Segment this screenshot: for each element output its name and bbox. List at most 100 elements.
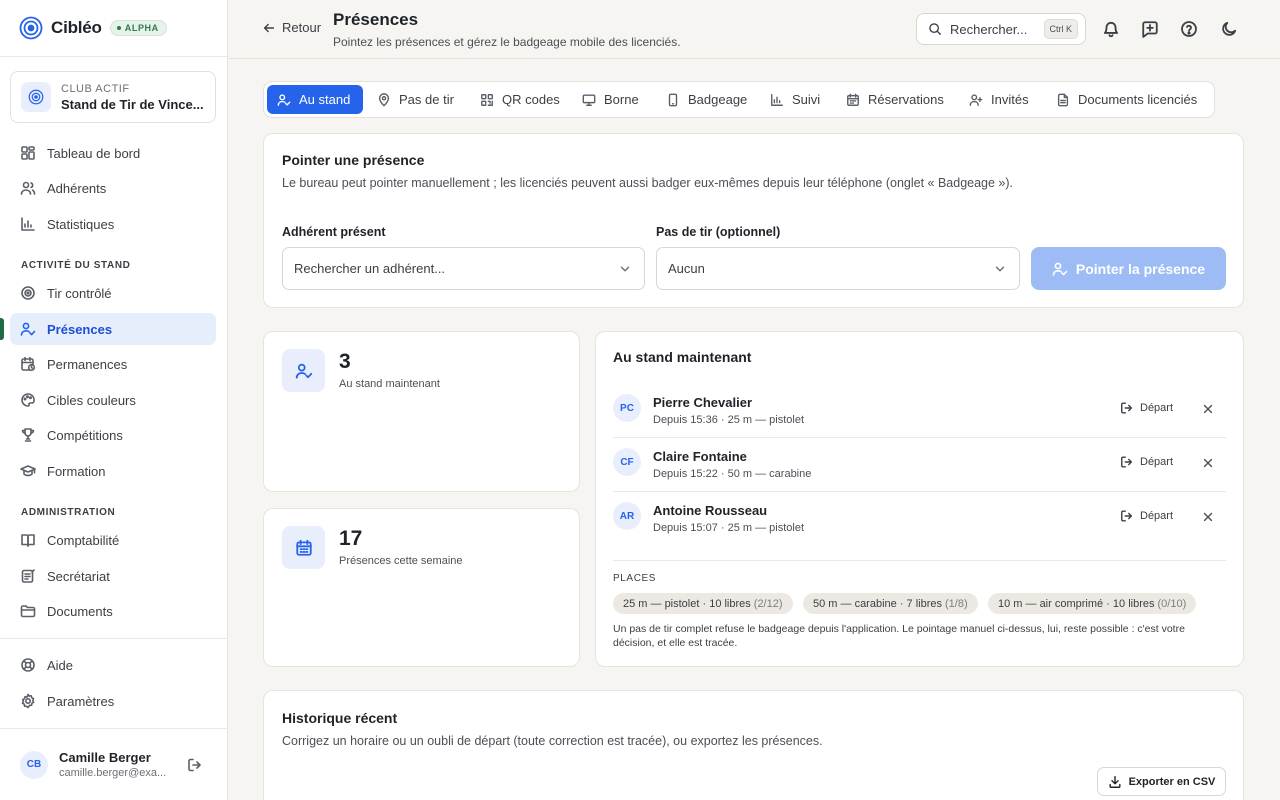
sidebar-item-label: Comptabilité bbox=[47, 532, 120, 548]
check-in-title: Pointer une présence bbox=[282, 152, 425, 168]
list-item: PC Pierre Chevalier Depuis 15:36 · 25 m … bbox=[613, 384, 1226, 438]
export-csv-button[interactable]: Exporter en CSV bbox=[1097, 767, 1226, 796]
logout-icon bbox=[1121, 456, 1133, 468]
sidebar-item-settings[interactable]: Paramètres bbox=[10, 685, 216, 717]
sidebar-item-controlled-shooting[interactable]: Tir contrôlé bbox=[10, 277, 216, 309]
tab-kiosk[interactable]: Borne bbox=[572, 85, 649, 114]
sidebar-item-accounting[interactable]: Comptabilité bbox=[10, 524, 216, 556]
sidebar-item-documents[interactable]: Documents bbox=[10, 595, 216, 627]
tab-at-stand[interactable]: Au stand bbox=[267, 85, 363, 114]
alpha-badge: ALPHA bbox=[109, 20, 167, 36]
member-placeholder: Rechercher un adhérent... bbox=[294, 261, 446, 276]
depart-button[interactable]: Départ bbox=[1120, 401, 1173, 415]
arrow-left-icon bbox=[263, 23, 275, 32]
sidebar-item-label: Tableau de bord bbox=[47, 145, 141, 161]
sidebar-item-label: Statistiques bbox=[47, 216, 115, 232]
member-meta: Depuis 15:36 · 25 m — pistolet bbox=[653, 414, 805, 426]
tab-qr-codes[interactable]: QR codes bbox=[470, 85, 570, 114]
sidebar: Cibléo ALPHA CLUB ACTIF Stand de Tir de … bbox=[0, 0, 228, 800]
tab-label: Pas de tir bbox=[399, 92, 454, 107]
user-check-icon bbox=[282, 349, 325, 392]
trophy-icon bbox=[21, 428, 35, 442]
tab-label: Invités bbox=[991, 92, 1029, 107]
list-item: AR Antoine Rousseau Depuis 15:07 · 25 m … bbox=[613, 492, 1226, 546]
tab-label: Documents licenciés bbox=[1078, 92, 1198, 107]
member-name: Antoine Rousseau bbox=[653, 503, 768, 518]
user-email: camille.berger@exa... bbox=[59, 767, 167, 779]
sidebar-item-members[interactable]: Adhérents bbox=[10, 172, 216, 204]
member-name: Pierre Chevalier bbox=[653, 395, 753, 410]
notepad-icon bbox=[21, 569, 35, 583]
close-icon bbox=[1203, 458, 1213, 468]
avatar: PC bbox=[613, 394, 641, 422]
user-profile[interactable]: CB Camille Berger camille.berger@exa... bbox=[20, 750, 210, 779]
smartphone-icon bbox=[668, 93, 678, 106]
logout-icon bbox=[188, 758, 201, 771]
tab-reservations[interactable]: Réservations bbox=[836, 85, 954, 114]
tab-lanes[interactable]: Pas de tir bbox=[367, 85, 464, 114]
search-icon bbox=[929, 23, 941, 35]
back-button[interactable]: Retour bbox=[262, 20, 321, 35]
shortcut-badge: Ctrl K bbox=[1043, 19, 1078, 39]
notifications-button[interactable] bbox=[1102, 20, 1120, 38]
logout-button[interactable] bbox=[187, 757, 203, 773]
target-icon bbox=[21, 286, 35, 300]
remove-button[interactable] bbox=[1201, 456, 1215, 470]
divider bbox=[0, 638, 228, 639]
member-meta: Depuis 15:22 · 50 m — carabine bbox=[653, 468, 812, 480]
stat-label: Au stand maintenant bbox=[339, 378, 440, 390]
sidebar-item-competitions[interactable]: Compétitions bbox=[10, 419, 216, 451]
tab-badging[interactable]: Badgeage bbox=[656, 85, 757, 114]
theme-toggle-button[interactable] bbox=[1220, 20, 1238, 38]
brand-name: Cibléo bbox=[51, 18, 102, 37]
sidebar-item-secretariat[interactable]: Secrétariat bbox=[10, 560, 216, 592]
lifebuoy-icon bbox=[21, 658, 35, 672]
sidebar-item-dashboard[interactable]: Tableau de bord bbox=[10, 137, 216, 169]
history-description: Corrigez un horaire ou un oubli de dépar… bbox=[282, 734, 823, 748]
search-button[interactable]: Rechercher... Ctrl K bbox=[916, 13, 1086, 45]
dashboard-icon bbox=[21, 146, 35, 160]
submit-label: Pointer la présence bbox=[1075, 260, 1206, 277]
help-button[interactable] bbox=[1180, 20, 1198, 38]
brand: Cibléo ALPHA bbox=[0, 0, 227, 57]
active-club-selector[interactable]: CLUB ACTIF Stand de Tir de Vince... bbox=[10, 71, 216, 123]
export-label: Exporter en CSV bbox=[1128, 775, 1216, 788]
check-in-description: Le bureau peut pointer manuellement ; le… bbox=[282, 176, 1014, 190]
gear-icon bbox=[21, 693, 35, 709]
ledger-icon bbox=[21, 534, 35, 547]
depart-button[interactable]: Départ bbox=[1120, 455, 1173, 469]
sidebar-item-presences[interactable]: Présences bbox=[10, 313, 216, 345]
page-subtitle: Pointez les présences et gérez le badgea… bbox=[333, 35, 681, 49]
tab-tracking[interactable]: Suivi bbox=[760, 85, 830, 114]
member-search-select[interactable]: Rechercher un adhérent... bbox=[282, 247, 645, 290]
club-label: CLUB ACTIF bbox=[61, 82, 130, 95]
sidebar-item-label: Permanences bbox=[47, 356, 128, 372]
tab-label: QR codes bbox=[502, 92, 560, 107]
sidebar-item-color-targets[interactable]: Cibles couleurs bbox=[10, 384, 216, 416]
sidebar-item-label: Adhérents bbox=[47, 180, 107, 196]
sidebar-item-training[interactable]: Formation bbox=[10, 455, 216, 487]
bar-chart-icon bbox=[771, 93, 783, 106]
feedback-button[interactable] bbox=[1141, 20, 1159, 38]
depart-button[interactable]: Départ bbox=[1120, 509, 1173, 523]
sidebar-item-label: Tir contrôlé bbox=[47, 285, 112, 301]
lane-field-label: Pas de tir (optionnel) bbox=[656, 225, 781, 239]
remove-button[interactable] bbox=[1201, 510, 1215, 524]
sidebar-item-permanences[interactable]: Permanences bbox=[10, 348, 216, 380]
remove-button[interactable] bbox=[1201, 402, 1215, 416]
sidebar-item-statistics[interactable]: Statistiques bbox=[10, 208, 216, 240]
tab-label: Suivi bbox=[792, 92, 821, 107]
chart-icon bbox=[21, 217, 35, 231]
sidebar-item-label: Secrétariat bbox=[47, 568, 110, 584]
tab-guests[interactable]: Invités bbox=[959, 85, 1039, 114]
tab-member-documents[interactable]: Documents licenciés bbox=[1046, 85, 1207, 114]
member-name: Claire Fontaine bbox=[653, 449, 747, 464]
back-label: Retour bbox=[282, 20, 322, 35]
stat-card-now: 3 Au stand maintenant bbox=[263, 331, 580, 492]
sidebar-item-label: Compétitions bbox=[47, 427, 123, 443]
search-label: Rechercher... bbox=[950, 21, 1028, 37]
section-title-stand: ACTIVITÉ DU STAND bbox=[21, 260, 131, 271]
sidebar-item-help[interactable]: Aide bbox=[10, 649, 216, 681]
lane-select[interactable]: Aucun bbox=[656, 247, 1020, 290]
submit-check-in-button[interactable]: Pointer la présence bbox=[1031, 247, 1226, 290]
